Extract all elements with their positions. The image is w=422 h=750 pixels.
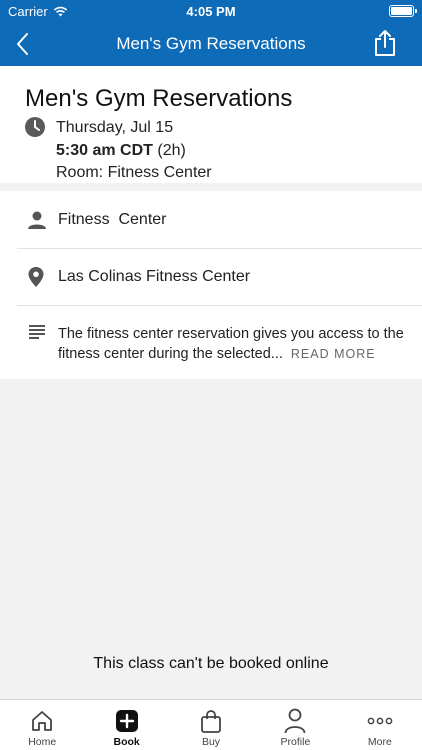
battery-icon [389,5,417,17]
plus-square-icon [115,710,138,732]
tab-buy[interactable]: Buy [169,700,253,750]
nav-title: Men's Gym Reservations [116,34,306,53]
read-more-link[interactable]: READ MORE [291,347,376,361]
share-button[interactable] [370,27,400,59]
tab-profile[interactable]: Profile [253,700,337,750]
nav-bar: Men's Gym Reservations [0,22,422,66]
class-duration: (2h) [157,142,186,159]
tab-book[interactable]: Book [84,700,168,750]
header: Carrier 4:05 PM Men's Gym Reservations [0,0,422,66]
description-lines-icon [29,325,45,339]
tab-bar: Home Book Buy Profile More [0,699,422,750]
class-title: Men's Gym Reservations [25,85,293,112]
class-summary: Men's Gym Reservations Thursday, Jul 15 … [0,66,422,183]
clock-icon [25,117,45,137]
description-row: The fitness center reservation gives you… [17,306,422,379]
class-room: Room: Fitness Center [56,164,212,181]
tab-profile-label: Profile [280,736,311,748]
location-pin-icon [28,267,44,287]
tab-book-label: Book [113,736,140,748]
tab-more[interactable]: More [338,700,422,750]
home-icon [32,711,53,731]
tab-home[interactable]: Home [0,700,84,750]
status-time: 4:05 PM [186,4,236,19]
person-icon [28,211,46,229]
location-name: Las Colinas Fitness Center [58,268,251,285]
class-details: Fitness Center Las Colinas Fitness Cente… [0,191,422,379]
tab-home-label: Home [28,736,57,748]
shopping-bag-icon [201,710,221,733]
booking-notice: This class can't be booked online [93,655,329,672]
chevron-left-icon [17,33,28,55]
instructor-row[interactable]: Fitness Center [17,191,422,249]
back-button[interactable] [6,28,38,60]
ellipsis-icon [367,717,393,725]
class-date: Thursday, Jul 15 [56,119,174,136]
tab-buy-label: Buy [201,736,221,748]
class-time: 5:30 am CDT (2h) [56,142,186,160]
location-row[interactable]: Las Colinas Fitness Center [17,249,422,306]
person-icon [285,708,306,734]
instructor-name: Fitness Center [58,211,167,228]
class-start-time: 5:30 am CDT [56,142,153,159]
description-text: The fitness center reservation gives you… [58,324,406,364]
tab-more-label: More [367,736,392,748]
status-bar: Carrier 4:05 PM [0,0,422,22]
share-icon [375,30,395,56]
